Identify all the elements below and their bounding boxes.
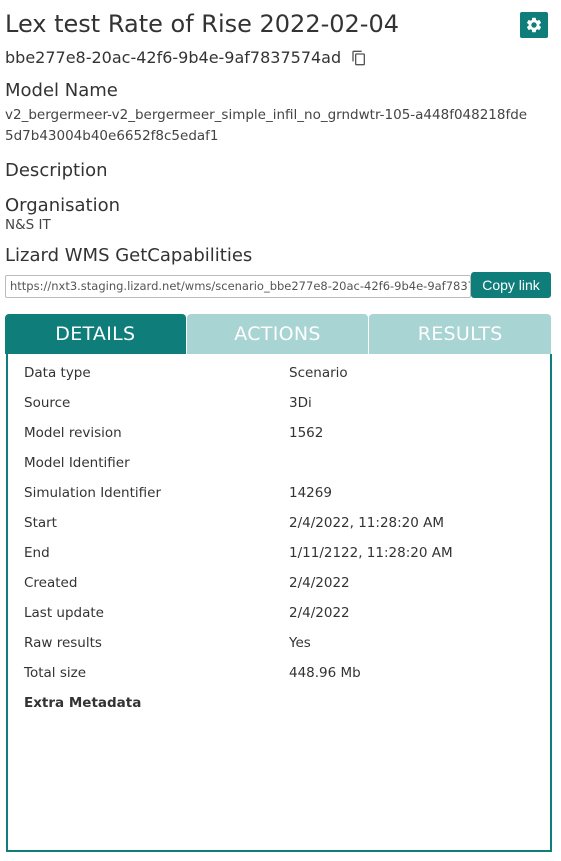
scenario-uuid: bbe277e8-20ac-42f6-9b4e-9af7837574ad [5, 48, 342, 67]
detail-value: 1/11/2122, 11:28:20 AM [289, 545, 453, 561]
detail-key: Total size [24, 665, 86, 681]
organisation-value: N&S IT [5, 217, 51, 233]
detail-key: Data type [24, 365, 91, 381]
detail-key: Created [24, 575, 78, 591]
settings-button[interactable] [520, 12, 548, 38]
wms-url-field[interactable]: https://nxt3.staging.lizard.net/wms/scen… [5, 275, 471, 298]
tab-results[interactable]: RESULTS [369, 314, 552, 354]
organisation-label: Organisation [5, 195, 121, 216]
detail-key: Source [24, 395, 71, 411]
detail-key: End [24, 545, 50, 561]
detail-key: Raw results [24, 635, 102, 651]
page-title: Lex test Rate of Rise 2022-02-04 [5, 10, 399, 38]
model-name-line1: v2_bergermeer-v2_bergermeer_simple_infil… [5, 107, 528, 123]
detail-key: Start [24, 515, 57, 531]
detail-value: 3Di [289, 395, 312, 411]
detail-value: Yes [289, 635, 311, 651]
description-label: Description [5, 160, 108, 181]
detail-value: 2/4/2022 [289, 605, 350, 621]
detail-value: Scenario [289, 365, 348, 381]
uuid-row: bbe277e8-20ac-42f6-9b4e-9af7837574ad [5, 48, 367, 67]
model-name-label: Model Name [5, 80, 118, 101]
detail-value: 14269 [289, 485, 332, 501]
tab-actions[interactable]: ACTIONS [186, 314, 369, 354]
tab-details[interactable]: DETAILS [5, 314, 186, 354]
extra-metadata-heading: Extra Metadata [24, 695, 142, 711]
detail-value: 1562 [289, 425, 324, 441]
gear-icon [526, 17, 542, 33]
model-name-line2: 5d7b43004b40e6652f8c5edaf1 [5, 128, 219, 144]
copy-link-button[interactable]: Copy link [471, 272, 551, 298]
details-panel: Data type Scenario Source 3Di Model revi… [6, 354, 552, 852]
detail-value: 448.96 Mb [289, 665, 361, 681]
model-name-value: v2_bergermeer-v2_bergermeer_simple_infil… [5, 105, 527, 147]
tab-bar: DETAILS ACTIONS RESULTS [5, 314, 552, 354]
detail-value: 2/4/2022, 11:28:20 AM [289, 515, 445, 531]
copy-icon[interactable] [351, 50, 367, 66]
detail-key: Model revision [24, 425, 122, 441]
detail-value: 2/4/2022 [289, 575, 350, 591]
detail-key: Model Identifier [24, 455, 130, 471]
wms-label: Lizard WMS GetCapabilities [5, 245, 253, 266]
detail-key: Simulation Identifier [24, 485, 162, 501]
detail-key: Last update [24, 605, 104, 621]
